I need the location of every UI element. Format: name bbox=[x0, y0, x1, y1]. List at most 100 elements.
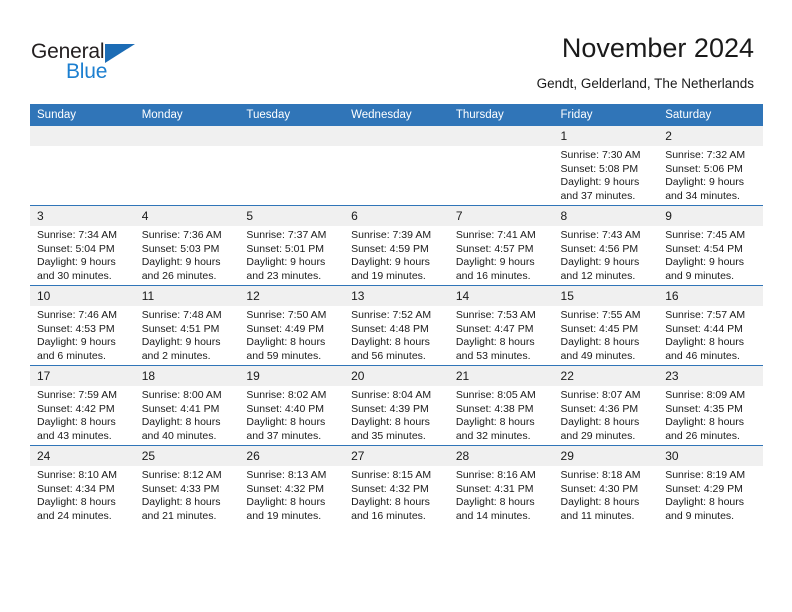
sunrise-text: Sunrise: 7:50 AM bbox=[246, 309, 327, 321]
calendar-day-cell[interactable]: 18 Sunrise: 8:00 AM Sunset: 4:41 PM Dayligh… bbox=[134, 365, 240, 446]
calendar-day-cell[interactable]: 9 Sunrise: 7:45 AM Sunset: 4:54 PM Daylight… bbox=[658, 205, 763, 286]
calendar-day-cell[interactable]: 13 Sunrise: 7:52 AM Sunset: 4:48 PM Dayligh… bbox=[344, 285, 449, 366]
daylight-text: Daylight: 8 hours and 49 minutes. bbox=[560, 336, 640, 362]
day-number: 27 bbox=[344, 446, 449, 466]
page-subtitle: Gendt, Gelderland, The Netherlands bbox=[536, 76, 754, 91]
calendar-day-cell[interactable]: 24 Sunrise: 8:10 AM Sunset: 4:34 PM Dayligh… bbox=[30, 445, 135, 525]
sunset-text: Sunset: 4:29 PM bbox=[665, 482, 743, 495]
daylight-text: Daylight: 9 hours and 6 minutes. bbox=[37, 336, 116, 362]
calendar-day-cell[interactable]: 1 Sunrise: 7:30 AM Sunset: 5:08 PM Daylight… bbox=[553, 126, 659, 206]
weekday-header-thursday: Thursday bbox=[448, 104, 554, 126]
sunrise-text: Sunrise: 8:10 AM bbox=[37, 469, 117, 481]
generalblue-logo[interactable]: General Blue bbox=[31, 40, 161, 86]
page-header: General Blue November 2024 Gendt, Gelder… bbox=[0, 0, 792, 100]
day-sun-info: Sunrise: 8:12 AM Sunset: 4:33 PM Daylight:… bbox=[135, 466, 240, 523]
day-sun-info: Sunrise: 8:10 AM Sunset: 4:34 PM Daylight:… bbox=[30, 466, 135, 523]
sunset-text: Sunset: 4:47 PM bbox=[455, 322, 534, 335]
day-number: 6 bbox=[344, 206, 449, 226]
day-sun-info: Sunrise: 7:50 AM Sunset: 4:49 PM Daylight:… bbox=[239, 306, 344, 363]
calendar-day-cell[interactable]: 27 Sunrise: 8:15 AM Sunset: 4:32 PM Dayligh… bbox=[344, 445, 449, 525]
calendar-day-cell[interactable]: 12 Sunrise: 7:50 AM Sunset: 4:49 PM Dayligh… bbox=[239, 285, 345, 366]
sunrise-text: Sunrise: 8:05 AM bbox=[455, 389, 536, 401]
calendar-day-cell[interactable]: 6 Sunrise: 7:39 AM Sunset: 4:59 PM Daylight… bbox=[344, 205, 449, 286]
weekday-header-sunday: Sunday bbox=[30, 104, 135, 126]
calendar-day-cell-empty bbox=[448, 126, 554, 206]
calendar-day-cell[interactable]: 4 Sunrise: 7:36 AM Sunset: 5:03 PM Daylight… bbox=[134, 205, 240, 286]
calendar-week-row: 10 Sunrise: 7:46 AM Sunset: 4:53 PM Dayligh… bbox=[30, 285, 763, 366]
weekday-header-wednesday: Wednesday bbox=[344, 104, 449, 126]
daylight-text: Daylight: 8 hours and 35 minutes. bbox=[351, 416, 430, 442]
sunrise-text: Sunrise: 7:39 AM bbox=[351, 229, 432, 241]
day-sun-info: Sunrise: 8:15 AM Sunset: 4:32 PM Daylight:… bbox=[344, 466, 449, 523]
calendar-week-row: 1 Sunrise: 7:30 AM Sunset: 5:08 PM Daylight… bbox=[30, 126, 763, 206]
sunrise-text: Sunrise: 7:32 AM bbox=[665, 149, 746, 161]
day-sun-info: Sunrise: 7:30 AM Sunset: 5:08 PM Daylight:… bbox=[554, 146, 659, 203]
sunset-text: Sunset: 5:03 PM bbox=[141, 242, 220, 255]
day-number bbox=[134, 126, 240, 146]
calendar-day-cell[interactable]: 21 Sunrise: 8:05 AM Sunset: 4:38 PM Dayligh… bbox=[448, 365, 554, 446]
daylight-text: Daylight: 8 hours and 29 minutes. bbox=[560, 416, 640, 442]
calendar-day-cell[interactable]: 16 Sunrise: 7:57 AM Sunset: 4:44 PM Dayligh… bbox=[658, 285, 763, 366]
day-sun-info: Sunrise: 7:36 AM Sunset: 5:03 PM Daylight:… bbox=[135, 226, 240, 283]
calendar-week-row: 17 Sunrise: 7:59 AM Sunset: 4:42 PM Dayligh… bbox=[30, 365, 763, 446]
calendar-day-cell[interactable]: 23 Sunrise: 8:09 AM Sunset: 4:35 PM Dayligh… bbox=[658, 365, 763, 446]
day-sun-info: Sunrise: 7:32 AM Sunset: 5:06 PM Daylight:… bbox=[658, 146, 763, 203]
day-number: 16 bbox=[658, 286, 763, 306]
sunrise-text: Sunrise: 7:46 AM bbox=[37, 309, 117, 321]
day-number: 21 bbox=[448, 366, 554, 386]
triangle-icon bbox=[105, 44, 135, 63]
calendar-day-cell[interactable]: 10 Sunrise: 7:46 AM Sunset: 4:53 PM Dayligh… bbox=[30, 285, 135, 366]
daylight-text: Daylight: 9 hours and 30 minutes. bbox=[37, 256, 116, 282]
sunset-text: Sunset: 4:39 PM bbox=[351, 402, 429, 415]
calendar-day-cell[interactable]: 19 Sunrise: 8:02 AM Sunset: 4:40 PM Dayligh… bbox=[239, 365, 345, 446]
weekday-header-row: Sunday Monday Tuesday Wednesday Thursday Frid… bbox=[30, 104, 763, 126]
calendar-day-cell[interactable]: 30 Sunrise: 8:19 AM Sunset: 4:29 PM Dayligh… bbox=[658, 445, 763, 525]
sunset-text: Sunset: 4:57 PM bbox=[455, 242, 534, 255]
calendar-day-cell[interactable]: 17 Sunrise: 7:59 AM Sunset: 4:42 PM Dayligh… bbox=[30, 365, 135, 446]
calendar-day-cell[interactable]: 26 Sunrise: 8:13 AM Sunset: 4:32 PM Dayligh… bbox=[239, 445, 345, 525]
daylight-text: Daylight: 8 hours and 53 minutes. bbox=[455, 336, 535, 362]
calendar-week-row: 3 Sunrise: 7:34 AM Sunset: 5:04 PM Daylight… bbox=[30, 205, 763, 286]
daylight-text: Daylight: 8 hours and 40 minutes. bbox=[141, 416, 221, 442]
sunset-text: Sunset: 5:04 PM bbox=[37, 242, 115, 255]
daylight-text: Daylight: 9 hours and 12 minutes. bbox=[560, 256, 640, 282]
day-sun-info: Sunrise: 8:04 AM Sunset: 4:39 PM Daylight:… bbox=[344, 386, 449, 443]
sunrise-text: Sunrise: 8:19 AM bbox=[665, 469, 746, 481]
calendar-day-cell[interactable]: 29 Sunrise: 8:18 AM Sunset: 4:30 PM Dayligh… bbox=[553, 445, 659, 525]
calendar-body: 1 Sunrise: 7:30 AM Sunset: 5:08 PM Daylight… bbox=[30, 126, 763, 525]
sunset-text: Sunset: 4:51 PM bbox=[141, 322, 220, 335]
sunset-text: Sunset: 5:01 PM bbox=[246, 242, 325, 255]
sunset-text: Sunset: 4:31 PM bbox=[455, 482, 534, 495]
day-number: 24 bbox=[30, 446, 135, 466]
day-sun-info: Sunrise: 7:34 AM Sunset: 5:04 PM Daylight:… bbox=[30, 226, 135, 283]
calendar-day-cell[interactable]: 20 Sunrise: 8:04 AM Sunset: 4:39 PM Dayligh… bbox=[344, 365, 449, 446]
day-sun-info: Sunrise: 7:59 AM Sunset: 4:42 PM Daylight:… bbox=[30, 386, 135, 443]
daylight-text: Daylight: 9 hours and 26 minutes. bbox=[141, 256, 221, 282]
calendar-day-cell[interactable]: 22 Sunrise: 8:07 AM Sunset: 4:36 PM Dayligh… bbox=[553, 365, 659, 446]
daylight-text: Daylight: 8 hours and 59 minutes. bbox=[246, 336, 326, 362]
calendar-day-cell[interactable]: 15 Sunrise: 7:55 AM Sunset: 4:45 PM Dayligh… bbox=[553, 285, 659, 366]
sunset-text: Sunset: 4:49 PM bbox=[246, 322, 325, 335]
sunrise-text: Sunrise: 7:48 AM bbox=[141, 309, 222, 321]
calendar-day-cell[interactable]: 3 Sunrise: 7:34 AM Sunset: 5:04 PM Daylight… bbox=[30, 205, 135, 286]
day-sun-info: Sunrise: 8:05 AM Sunset: 4:38 PM Daylight:… bbox=[449, 386, 554, 443]
sunset-text: Sunset: 5:06 PM bbox=[665, 162, 743, 175]
page-title: November 2024 bbox=[561, 33, 754, 63]
calendar-day-cell[interactable]: 14 Sunrise: 7:53 AM Sunset: 4:47 PM Dayligh… bbox=[448, 285, 554, 366]
calendar-day-cell[interactable]: 11 Sunrise: 7:48 AM Sunset: 4:51 PM Dayligh… bbox=[134, 285, 240, 366]
daylight-text: Daylight: 8 hours and 16 minutes. bbox=[351, 496, 430, 522]
calendar-day-cell[interactable]: 28 Sunrise: 8:16 AM Sunset: 4:31 PM Dayligh… bbox=[448, 445, 554, 525]
day-number: 10 bbox=[30, 286, 135, 306]
daylight-text: Daylight: 8 hours and 21 minutes. bbox=[141, 496, 221, 522]
day-sun-info: Sunrise: 7:39 AM Sunset: 4:59 PM Daylight:… bbox=[344, 226, 449, 283]
day-number: 20 bbox=[344, 366, 449, 386]
calendar-day-cell[interactable]: 2 Sunrise: 7:32 AM Sunset: 5:06 PM Daylight… bbox=[658, 126, 763, 206]
day-sun-info: Sunrise: 8:09 AM Sunset: 4:35 PM Daylight:… bbox=[658, 386, 763, 443]
calendar-day-cell-empty bbox=[134, 126, 240, 206]
calendar-day-cell[interactable]: 8 Sunrise: 7:43 AM Sunset: 4:56 PM Daylight… bbox=[553, 205, 659, 286]
daylight-text: Daylight: 8 hours and 56 minutes. bbox=[351, 336, 430, 362]
calendar-day-cell[interactable]: 25 Sunrise: 8:12 AM Sunset: 4:33 PM Dayligh… bbox=[134, 445, 240, 525]
calendar-day-cell[interactable]: 7 Sunrise: 7:41 AM Sunset: 4:57 PM Daylight… bbox=[448, 205, 554, 286]
sunset-text: Sunset: 4:38 PM bbox=[455, 402, 534, 415]
calendar-day-cell[interactable]: 5 Sunrise: 7:37 AM Sunset: 5:01 PM Daylight… bbox=[239, 205, 345, 286]
